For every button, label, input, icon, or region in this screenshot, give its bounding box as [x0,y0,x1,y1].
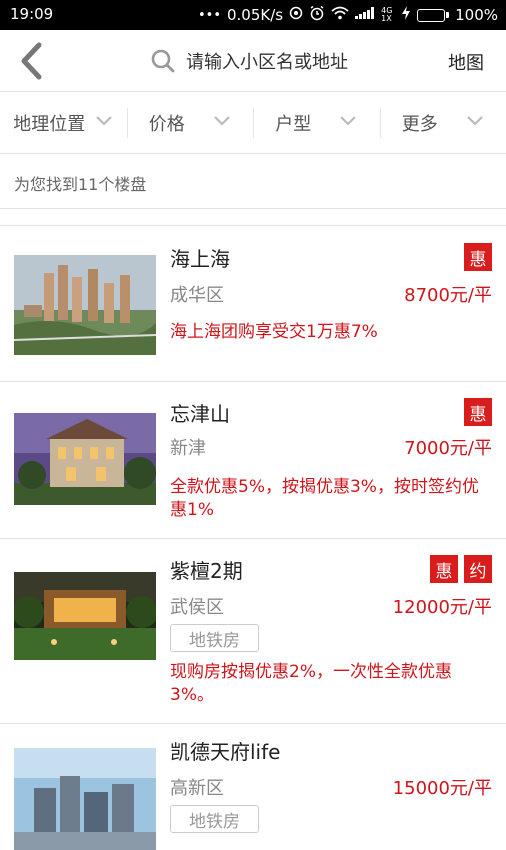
listing-promo: 海上海团购享受交1万惠7% [170,322,378,342]
listing-district: 武侯区 [170,597,224,618]
listing-price: 8700元/平 [404,285,492,306]
filter-label: 价格 [148,113,185,135]
filter-layout[interactable]: 户型 [253,92,380,153]
alarm-icon [309,5,325,25]
listing-image [14,748,156,850]
filter-label: 更多 [401,113,438,135]
filter-label: 地理位置 [13,113,86,135]
listing-badges: 惠 [464,398,492,426]
listing-image [14,255,156,355]
listing-promo: 全款优惠5%，按揭优惠3%，按时签约优惠1% [170,477,479,520]
charging-icon [401,6,411,24]
listing-item[interactable]: 凯德天府life 高新区 15000元/平 地铁房 [0,724,506,850]
listing-price: 7000元/平 [404,438,492,459]
filter-price[interactable]: 价格 [126,92,254,153]
listing-list: 海上海 惠 成华区 8700元/平 海上海团购享受交1万惠7% 忘津山 惠 新津… [0,227,506,850]
wifi-icon [331,6,349,24]
listing-promo: 现购房按揭优惠2%，一次性全款优惠3%。 [170,662,452,705]
chevron-left-icon [21,42,42,80]
listing-name: 凯德天府life [170,740,281,764]
listing-image [14,572,156,660]
battery-icon [417,8,450,22]
listing-name: 忘津山 [170,402,230,426]
listing-item[interactable]: 紫檀2期 惠 约 武侯区 12000元/平 地铁房 现购房按揭优惠2%，一次性全… [0,539,506,724]
status-bar: 19:09 ••• 0.05K/s 4G 1X 100% [0,0,506,30]
listing-badges: 惠 [464,243,492,271]
discount-badge: 惠 [464,243,492,271]
signal-icon [355,7,375,23]
listing-price: 15000元/平 [392,778,492,799]
appointment-badge: 约 [464,555,492,583]
search-input[interactable]: 请输入小区名或地址 [150,43,348,79]
listing-name: 紫檀2期 [170,559,243,583]
chevron-down-icon [96,116,113,126]
filter-location[interactable]: 地理位置 [0,92,127,153]
listing-tag: 地铁房 [170,805,259,833]
search-icon [151,49,175,73]
sync-icon [289,6,303,24]
filter-more[interactable]: 更多 [379,92,506,153]
discount-badge: 惠 [430,555,458,583]
listing-tag: 地铁房 [170,624,259,652]
chevron-down-icon [213,116,230,126]
listing-district: 新津 [170,438,206,459]
listing-image [14,413,156,505]
status-time: 19:09 [10,5,54,23]
result-count: 为您找到11个楼盘 [0,155,506,209]
dots-icon: ••• [197,7,221,23]
top-bar: 请输入小区名或地址 地图 [0,30,506,92]
network-type-label: 4G 1X [381,6,393,23]
back-button[interactable] [14,42,50,80]
search-placeholder: 请输入小区名或地址 [186,52,348,73]
filter-bar: 地理位置 价格 户型 更多 [0,92,506,154]
chevron-down-icon [340,116,357,126]
listing-price: 12000元/平 [392,597,492,618]
listing-district: 高新区 [170,778,224,799]
filter-label: 户型 [275,113,312,135]
listing-badges: 惠 约 [430,555,492,583]
listing-item[interactable]: 忘津山 惠 新津 7000元/平 全款优惠5%，按揭优惠3%，按时签约优惠1% [0,382,506,539]
listing-item[interactable]: 海上海 惠 成华区 8700元/平 海上海团购享受交1万惠7% [0,227,506,382]
listing-name: 海上海 [170,247,230,271]
discount-badge: 惠 [464,398,492,426]
battery-percent: 100% [455,6,498,24]
network-speed: 0.05K/s [227,6,284,24]
status-right: ••• 0.05K/s 4G 1X 100% [198,5,498,25]
listing-district: 成华区 [170,285,224,306]
divider [0,210,506,226]
chevron-down-icon [466,116,483,126]
map-button[interactable]: 地图 [448,49,484,75]
